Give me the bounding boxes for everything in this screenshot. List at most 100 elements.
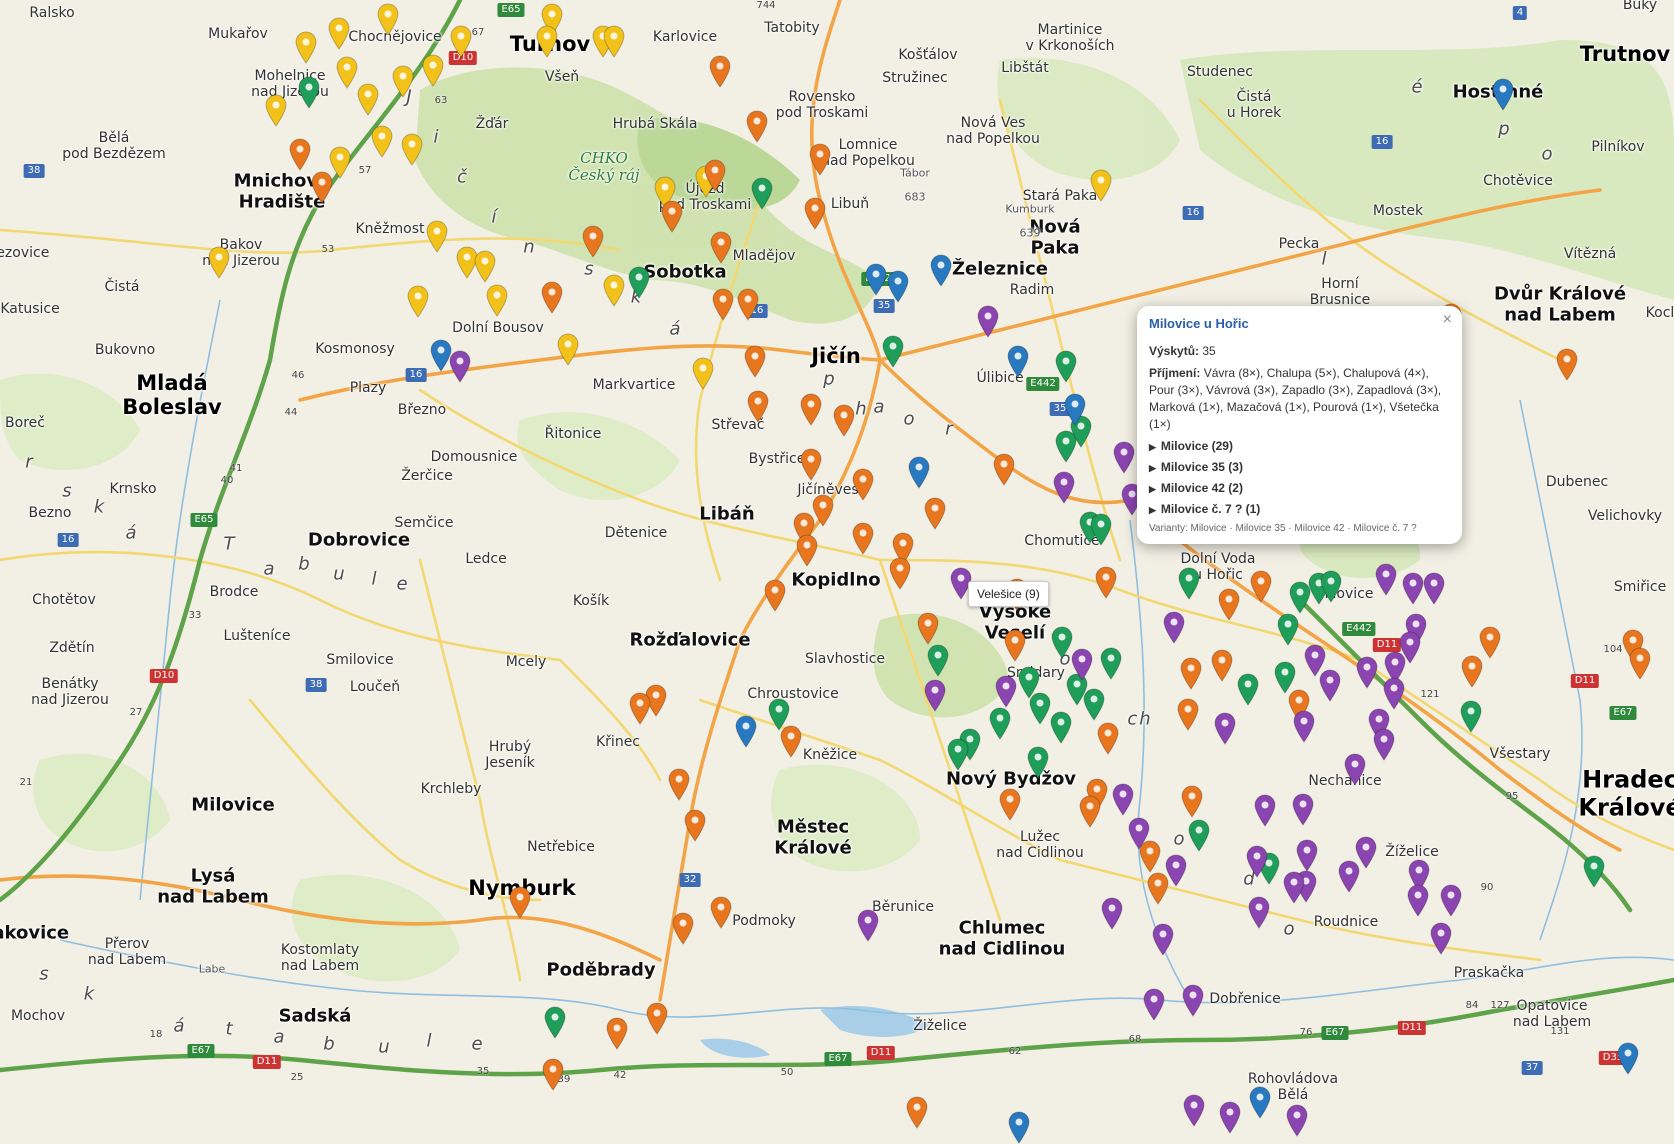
green-map-pin-icon[interactable]	[1017, 665, 1041, 699]
orange-map-pin-icon[interactable]	[851, 467, 875, 501]
purple-map-pin-icon[interactable]	[923, 678, 947, 712]
purple-map-pin-icon[interactable]	[1142, 987, 1166, 1021]
purple-map-pin-icon[interactable]	[1052, 470, 1076, 504]
orange-map-pin-icon[interactable]	[660, 199, 684, 233]
purple-map-pin-icon[interactable]	[1382, 676, 1406, 710]
orange-map-pin-icon[interactable]	[703, 158, 727, 192]
orange-map-pin-icon[interactable]	[746, 389, 770, 423]
yellow-map-pin-icon[interactable]	[264, 93, 288, 127]
green-map-pin-icon[interactable]	[1582, 854, 1606, 888]
orange-map-pin-icon[interactable]	[1179, 656, 1203, 690]
popup-close-button[interactable]: ×	[1443, 311, 1452, 329]
yellow-map-pin-icon[interactable]	[449, 24, 473, 58]
yellow-map-pin-icon[interactable]	[376, 2, 400, 36]
purple-map-pin-icon[interactable]	[994, 674, 1018, 708]
orange-map-pin-icon[interactable]	[310, 170, 334, 204]
green-map-pin-icon[interactable]	[946, 737, 970, 771]
yellow-map-pin-icon[interactable]	[485, 283, 509, 317]
popup-group-milovice-c7[interactable]: ▶ Milovice č. 7 ? (1)	[1149, 502, 1450, 516]
popup-group-milovice-35[interactable]: ▶ Milovice 35 (3)	[1149, 460, 1450, 474]
purple-map-pin-icon[interactable]	[1292, 709, 1316, 743]
purple-map-pin-icon[interactable]	[1355, 655, 1379, 689]
purple-map-pin-icon[interactable]	[1245, 844, 1269, 878]
purple-map-pin-icon[interactable]	[1111, 782, 1135, 816]
purple-map-pin-icon[interactable]	[976, 304, 1000, 338]
yellow-map-pin-icon[interactable]	[421, 53, 445, 87]
yellow-map-pin-icon[interactable]	[207, 245, 231, 279]
purple-map-pin-icon[interactable]	[1164, 853, 1188, 887]
blue-map-pin-icon[interactable]	[1616, 1041, 1640, 1075]
green-map-pin-icon[interactable]	[1054, 349, 1078, 383]
green-map-pin-icon[interactable]	[543, 1005, 567, 1039]
orange-map-pin-icon[interactable]	[605, 1016, 629, 1050]
purple-map-pin-icon[interactable]	[1213, 711, 1237, 745]
orange-map-pin-icon[interactable]	[1460, 654, 1484, 688]
purple-map-pin-icon[interactable]	[1112, 440, 1136, 474]
orange-map-pin-icon[interactable]	[1078, 794, 1102, 828]
orange-map-pin-icon[interactable]	[541, 1057, 565, 1091]
orange-map-pin-icon[interactable]	[851, 521, 875, 555]
purple-map-pin-icon[interactable]	[1422, 571, 1446, 605]
green-map-pin-icon[interactable]	[1099, 646, 1123, 680]
yellow-map-pin-icon[interactable]	[556, 332, 580, 366]
green-map-pin-icon[interactable]	[1054, 429, 1078, 463]
orange-map-pin-icon[interactable]	[1096, 721, 1120, 755]
purple-map-pin-icon[interactable]	[1253, 793, 1277, 827]
purple-map-pin-icon[interactable]	[1218, 1100, 1242, 1134]
purple-map-pin-icon[interactable]	[1291, 792, 1315, 826]
purple-map-pin-icon[interactable]	[448, 349, 472, 383]
orange-map-pin-icon[interactable]	[628, 691, 652, 725]
yellow-map-pin-icon[interactable]	[294, 30, 318, 64]
purple-map-pin-icon[interactable]	[1151, 922, 1175, 956]
orange-map-pin-icon[interactable]	[888, 556, 912, 590]
purple-map-pin-icon[interactable]	[1429, 921, 1453, 955]
green-map-pin-icon[interactable]	[1276, 612, 1300, 646]
green-map-pin-icon[interactable]	[1177, 566, 1201, 600]
orange-map-pin-icon[interactable]	[1094, 565, 1118, 599]
yellow-map-pin-icon[interactable]	[691, 356, 715, 390]
orange-map-pin-icon[interactable]	[803, 196, 827, 230]
purple-map-pin-icon[interactable]	[1100, 896, 1124, 930]
map-canvas[interactable]	[0, 0, 1674, 1115]
purple-map-pin-icon[interactable]	[1295, 838, 1319, 872]
yellow-map-pin-icon[interactable]	[1089, 168, 1113, 202]
blue-map-pin-icon[interactable]	[1007, 1110, 1031, 1144]
orange-map-pin-icon[interactable]	[1249, 569, 1273, 603]
purple-map-pin-icon[interactable]	[1247, 895, 1271, 929]
purple-map-pin-icon[interactable]	[1337, 859, 1361, 893]
orange-map-pin-icon[interactable]	[1003, 628, 1027, 662]
green-map-pin-icon[interactable]	[926, 643, 950, 677]
green-map-pin-icon[interactable]	[881, 334, 905, 368]
orange-map-pin-icon[interactable]	[799, 447, 823, 481]
green-map-pin-icon[interactable]	[1236, 672, 1260, 706]
orange-map-pin-icon[interactable]	[288, 137, 312, 171]
orange-map-pin-icon[interactable]	[708, 54, 732, 88]
green-map-pin-icon[interactable]	[1049, 710, 1073, 744]
yellow-map-pin-icon[interactable]	[425, 219, 449, 253]
orange-map-pin-icon[interactable]	[667, 767, 691, 801]
green-map-pin-icon[interactable]	[1089, 512, 1113, 546]
orange-map-pin-icon[interactable]	[832, 403, 856, 437]
green-map-pin-icon[interactable]	[1026, 745, 1050, 779]
yellow-map-pin-icon[interactable]	[370, 124, 394, 158]
orange-map-pin-icon[interactable]	[799, 392, 823, 426]
blue-map-pin-icon[interactable]	[907, 455, 931, 489]
orange-map-pin-icon[interactable]	[645, 1001, 669, 1035]
yellow-map-pin-icon[interactable]	[400, 132, 424, 166]
green-map-pin-icon[interactable]	[750, 176, 774, 210]
blue-map-pin-icon[interactable]	[1491, 77, 1515, 111]
orange-map-pin-icon[interactable]	[916, 611, 940, 645]
purple-map-pin-icon[interactable]	[1374, 562, 1398, 596]
yellow-map-pin-icon[interactable]	[327, 16, 351, 50]
purple-map-pin-icon[interactable]	[1372, 727, 1396, 761]
yellow-map-pin-icon[interactable]	[473, 249, 497, 283]
purple-map-pin-icon[interactable]	[1285, 1103, 1309, 1137]
orange-map-pin-icon[interactable]	[1210, 648, 1234, 682]
orange-map-pin-icon[interactable]	[1176, 697, 1200, 731]
purple-map-pin-icon[interactable]	[1318, 668, 1342, 702]
green-map-pin-icon[interactable]	[767, 697, 791, 731]
orange-map-pin-icon[interactable]	[709, 230, 733, 264]
orange-map-pin-icon[interactable]	[745, 109, 769, 143]
blue-map-pin-icon[interactable]	[929, 253, 953, 287]
purple-map-pin-icon[interactable]	[1162, 610, 1186, 644]
